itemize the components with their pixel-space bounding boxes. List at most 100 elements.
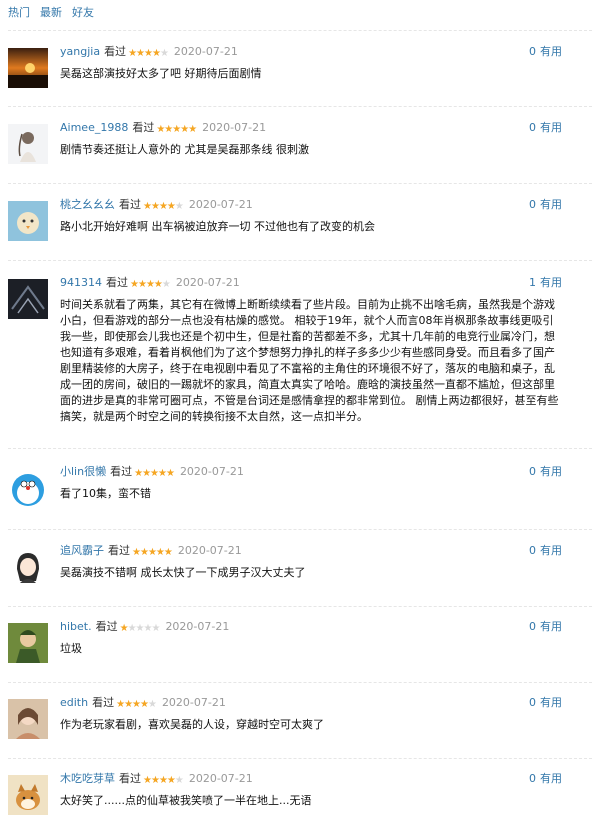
- star-filled-icon: ★: [155, 547, 165, 558]
- star-filled-icon: ★: [158, 201, 168, 212]
- username-link[interactable]: 木吃吃芽草: [60, 772, 115, 785]
- star-filled-icon: ★: [142, 468, 151, 479]
- useful-count: 0: [529, 772, 536, 785]
- star-filled-icon: ★: [132, 547, 141, 558]
- username-link[interactable]: 小lin很懒: [60, 465, 106, 478]
- useful-count: 0: [529, 620, 536, 633]
- action-label: 看过: [92, 696, 115, 709]
- rating-stars: ★★★★★: [130, 277, 171, 293]
- star-filled-icon: ★: [128, 48, 137, 59]
- username-link[interactable]: hibet.: [60, 620, 92, 633]
- username-link[interactable]: 941314: [60, 276, 102, 289]
- divider: [8, 260, 592, 261]
- tab-friends[interactable]: 好友: [72, 6, 94, 20]
- star-empty-icon: ★: [147, 699, 157, 710]
- rating-stars: ★★★★★: [134, 466, 175, 482]
- star-filled-icon: ★: [163, 547, 173, 558]
- comment-text: 垃圾: [60, 642, 82, 655]
- shiba-dog-avatar[interactable]: [8, 775, 48, 815]
- action-label: 看过: [119, 198, 141, 211]
- useful-vote: 0 有用: [529, 197, 562, 213]
- comment-meta: hibet. 看过 ★★★★★ 2020-07-21: [60, 619, 229, 635]
- comment-date: 2020-07-21: [188, 198, 253, 211]
- comment-date: 2020-07-21: [161, 696, 226, 709]
- comment-text: 太好笑了......点的仙草被我笑喷了一半在地上...无语: [60, 794, 312, 807]
- comment-date: 2020-07-21: [165, 620, 230, 633]
- girl-photo-avatar[interactable]: [8, 699, 48, 739]
- star-filled-icon: ★: [132, 699, 141, 710]
- action-label: 看过: [106, 276, 128, 289]
- comment-meta: 木吃吃芽草 看过 ★★★★★ 2020-07-21: [60, 771, 253, 787]
- useful-count: 0: [529, 696, 536, 709]
- star-filled-icon: ★: [166, 201, 176, 212]
- comment-meta: Aimee_1988 看过 ★★★★★ 2020-07-21: [60, 120, 266, 136]
- star-filled-icon: ★: [143, 775, 152, 786]
- useful-button[interactable]: 有用: [540, 544, 562, 557]
- star-filled-icon: ★: [147, 547, 157, 558]
- rating-stars: ★★★★★: [143, 199, 184, 215]
- star-filled-icon: ★: [153, 279, 163, 290]
- star-filled-icon: ★: [151, 48, 161, 59]
- girl-sketch-avatar[interactable]: [8, 124, 48, 164]
- useful-button[interactable]: 有用: [540, 465, 562, 478]
- star-empty-icon: ★: [174, 201, 184, 212]
- useful-vote: 0 有用: [529, 543, 562, 559]
- rating-stars: ★★★★★: [143, 773, 184, 789]
- useful-count: 0: [529, 45, 536, 58]
- star-empty-icon: ★: [159, 48, 169, 59]
- comment-text: 路小北开始好难啊 出车祸被迫放弃一切 不过他也有了改变的机会: [60, 220, 375, 233]
- anime-girl-avatar[interactable]: [8, 547, 48, 587]
- comment-meta: 941314 看过 ★★★★★ 2020-07-21: [60, 275, 240, 291]
- username-link[interactable]: edith: [60, 696, 88, 709]
- star-filled-icon: ★: [158, 775, 168, 786]
- comment-date: 2020-07-21: [173, 45, 238, 58]
- star-filled-icon: ★: [134, 468, 143, 479]
- username-link[interactable]: yangjia: [60, 45, 100, 58]
- doraemon-avatar[interactable]: [8, 468, 48, 508]
- anime-character-avatar[interactable]: [8, 623, 48, 663]
- filter-tabs: 热门 最新 好友: [8, 6, 94, 20]
- username-link[interactable]: Aimee_1988: [60, 121, 128, 134]
- dark-pattern-avatar[interactable]: [8, 279, 48, 319]
- sunset-avatar[interactable]: [8, 48, 48, 88]
- useful-vote: 0 有用: [529, 120, 562, 136]
- star-empty-icon: ★: [135, 623, 145, 634]
- useful-count: 0: [529, 465, 536, 478]
- username-link[interactable]: 追风霸子: [60, 544, 104, 557]
- comment-date: 2020-07-21: [188, 772, 253, 785]
- comment-date: 2020-07-21: [202, 121, 267, 134]
- comment-text: 剧情节奏还挺让人意外的 尤其是吴磊那条线 很刺激: [60, 143, 309, 156]
- useful-button[interactable]: 有用: [540, 620, 562, 633]
- useful-button[interactable]: 有用: [540, 772, 562, 785]
- rating-stars: ★★★★★: [128, 46, 169, 62]
- tab-latest[interactable]: 最新: [40, 6, 62, 20]
- tab-hot[interactable]: 热门: [8, 6, 30, 20]
- comment-text: 吴磊这部演技好太多了吧 好期待后面剧情: [60, 67, 262, 80]
- useful-button[interactable]: 有用: [540, 276, 562, 289]
- star-filled-icon: ★: [137, 279, 147, 290]
- divider: [8, 606, 592, 607]
- useful-button[interactable]: 有用: [540, 198, 562, 211]
- useful-vote: 1 有用: [529, 275, 562, 291]
- username-link[interactable]: 桃之幺幺幺: [60, 198, 115, 211]
- comment-text: 看了10集，蛮不错: [60, 487, 151, 500]
- star-filled-icon: ★: [165, 468, 175, 479]
- star-filled-icon: ★: [188, 124, 197, 135]
- comment-meta: 追风霸子 看过 ★★★★★ 2020-07-21: [60, 543, 242, 559]
- useful-vote: 0 有用: [529, 771, 562, 787]
- comment-date: 2020-07-21: [175, 276, 240, 289]
- useful-button[interactable]: 有用: [540, 121, 562, 134]
- cartoon-bird-avatar[interactable]: [8, 201, 48, 241]
- star-empty-icon: ★: [161, 279, 171, 290]
- useful-count: 0: [529, 198, 536, 211]
- useful-count: 0: [529, 121, 536, 134]
- rating-stars: ★★★★★: [156, 122, 197, 138]
- star-filled-icon: ★: [143, 201, 152, 212]
- star-filled-icon: ★: [144, 48, 153, 59]
- useful-button[interactable]: 有用: [540, 45, 562, 58]
- useful-button[interactable]: 有用: [540, 696, 562, 709]
- star-filled-icon: ★: [116, 699, 125, 710]
- comment-text: 时间关系就看了两集，其它有在微博上断断续续看了些片段。目前为止挑不出啥毛病，虽然…: [60, 298, 559, 423]
- useful-count: 1: [529, 276, 536, 289]
- star-filled-icon: ★: [180, 124, 189, 135]
